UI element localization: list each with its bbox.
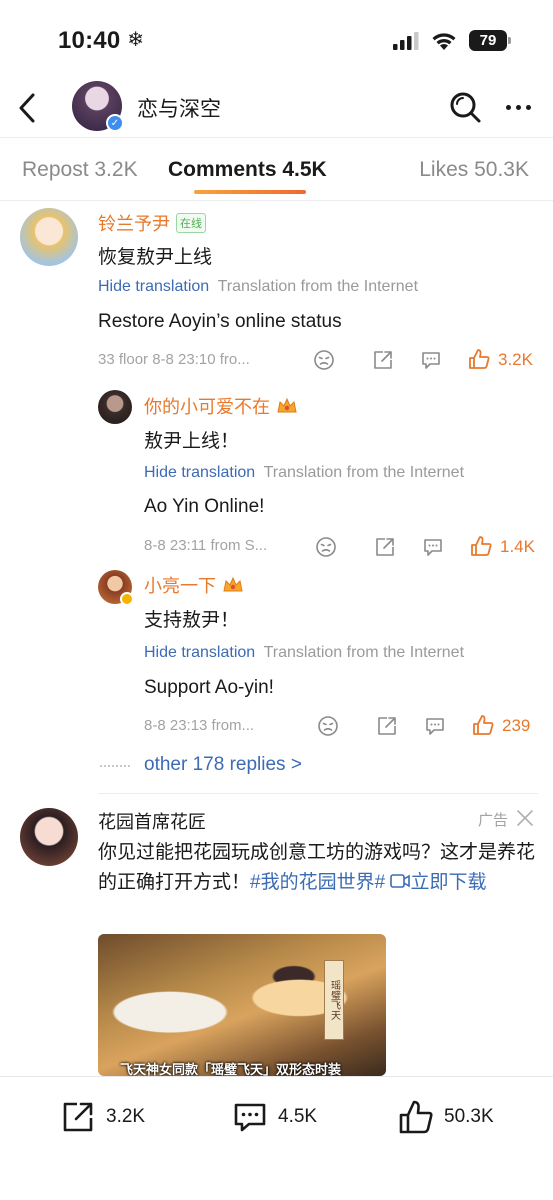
status-icons: 79 <box>393 30 511 51</box>
verified-icon: ✓ <box>106 114 124 132</box>
online-tag: 在线 <box>176 213 206 233</box>
ad-text: 你见过能把花园玩成创意工坊的游戏吗？这才是养花的正确打开方式！#我的花园世界# … <box>98 838 538 898</box>
ad-username[interactable]: 花园首席花匠 <box>98 808 206 834</box>
search-icon[interactable] <box>448 90 482 124</box>
close-icon[interactable] <box>516 809 534 827</box>
translated-text: Support Ao-yin! <box>144 677 274 698</box>
wifi-icon <box>432 33 456 50</box>
hide-translation-link[interactable]: Hide translation <box>98 278 209 295</box>
ad-label: 广告 <box>478 812 509 829</box>
battery-icon: 79 <box>469 30 511 51</box>
like-count: 1.4K <box>500 537 535 556</box>
download-link-text: 立即下载 <box>410 872 487 893</box>
comment-username[interactable]: 铃兰予尹 在线 <box>98 210 206 236</box>
thumbs-up-icon[interactable] <box>470 535 492 557</box>
reply-text: 敖尹上线！ <box>144 431 240 452</box>
hide-translation-link[interactable]: Hide translation <box>144 644 255 661</box>
translation-bar: Hide translation Translation from the In… <box>144 464 464 482</box>
translation-bar: Hide translation Translation from the In… <box>98 278 418 296</box>
bottom-action-bar: 3.2K 4.5K 50.3K <box>0 1076 553 1200</box>
share-icon[interactable] <box>376 715 398 737</box>
back-arrow-icon <box>19 93 35 123</box>
status-time: 10:40 ❄ <box>58 27 144 55</box>
reply-icon[interactable] <box>424 715 446 737</box>
username-text: 小亮一下 <box>144 576 216 596</box>
comment-icon <box>234 1103 266 1132</box>
reply-username[interactable]: 小亮一下 <box>144 572 244 598</box>
tab-likes[interactable]: Likes 50.3K <box>419 158 529 182</box>
ad-image-side-text: 瑶璧飞天 <box>324 960 344 1040</box>
hashtag-link[interactable]: #我的花园世界# <box>250 872 385 893</box>
video-link-icon <box>390 874 411 888</box>
avatar[interactable] <box>20 208 78 266</box>
crown-badge-icon <box>277 397 297 413</box>
comment-count: 4.5K <box>278 1106 318 1127</box>
reply-icon[interactable] <box>422 536 444 558</box>
reply-text: 支持敖尹！ <box>144 610 240 631</box>
crown-badge-icon <box>223 576 243 592</box>
username-text: 你的小可爱不在 <box>144 397 270 417</box>
nav-header: ✓ 恋与深空 <box>0 78 553 136</box>
battery-level: 79 <box>479 32 497 49</box>
reply-icon[interactable] <box>420 349 442 371</box>
more-replies-dots <box>100 765 130 767</box>
emoji-icon[interactable] <box>317 715 339 737</box>
comment-button[interactable]: 4.5K <box>232 1097 317 1137</box>
tab-bar: Repost 3.2K Comments 4.5K Likes 50.3K <box>0 138 553 200</box>
translation-source: Translation from the Internet <box>263 464 465 481</box>
repost-button[interactable]: 3.2K <box>60 1097 145 1137</box>
username-text: 铃兰予尹 <box>98 214 170 234</box>
repost-count: 3.2K <box>106 1106 146 1127</box>
tab-repost[interactable]: Repost 3.2K <box>22 158 138 182</box>
like-button[interactable]: 50.3K <box>398 1097 494 1137</box>
like-count: 3.2K <box>498 350 533 369</box>
thumbs-up-icon[interactable] <box>472 714 494 736</box>
snowflake-icon: ❄ <box>127 29 145 51</box>
share-icon[interactable] <box>372 349 394 371</box>
cellular-signal-icon <box>393 31 419 50</box>
download-link[interactable]: 立即下载 <box>390 872 486 893</box>
divider <box>98 793 538 794</box>
thumbs-up-icon[interactable] <box>468 348 490 370</box>
comment-item: 铃兰予尹 在线 恢复敖尹上线 Hide translation Translati… <box>0 200 553 370</box>
comment-text: 恢复敖尹上线 <box>98 247 213 268</box>
emoji-icon[interactable] <box>313 349 335 371</box>
reply-item: 小亮一下 支持敖尹！ Hide translation Translation … <box>0 570 553 740</box>
like-count: 50.3K <box>444 1106 494 1127</box>
reply-meta: 8-8 23:13 from... <box>144 717 255 734</box>
ad-image[interactable]: 瑶璧飞天 飞天神女同款「瑶璧飞天」双形态时装 <box>98 934 386 1076</box>
status-bar: 10:40 ❄ 79 <box>0 0 553 80</box>
translation-source: Translation from the Internet <box>217 278 419 295</box>
hide-translation-link[interactable]: Hide translation <box>144 464 255 481</box>
reply-username[interactable]: 你的小可爱不在 <box>144 393 298 419</box>
like-count: 239 <box>502 716 531 735</box>
member-badge-icon <box>120 592 134 606</box>
translated-text: Ao Yin Online! <box>144 496 265 517</box>
clock-text: 10:40 <box>58 27 121 54</box>
back-button[interactable] <box>12 88 42 128</box>
comment-meta: 33 floor 8-8 23:10 fro... <box>98 351 250 368</box>
active-tab-indicator <box>194 190 306 194</box>
translated-text: Restore Aoyin’s online status <box>98 311 342 332</box>
page-title[interactable]: 恋与深空 <box>137 93 221 123</box>
emoji-icon[interactable] <box>315 536 337 558</box>
translation-bar: Hide translation Translation from the In… <box>144 644 464 662</box>
avatar[interactable] <box>98 390 132 424</box>
ad-image-caption: 飞天神女同款「瑶璧飞天」双形态时装 <box>120 1062 342 1076</box>
more-icon[interactable] <box>498 92 538 122</box>
tab-comments[interactable]: Comments 4.5K <box>168 158 327 182</box>
share-icon[interactable] <box>374 536 396 558</box>
avatar[interactable] <box>20 808 78 866</box>
repost-icon <box>63 1102 93 1132</box>
reply-meta: 8-8 23:11 from S... <box>144 537 268 554</box>
thumbs-up-icon <box>399 1100 433 1134</box>
more-replies-link[interactable]: other 178 replies > <box>144 754 302 776</box>
translation-source: Translation from the Internet <box>263 644 465 661</box>
